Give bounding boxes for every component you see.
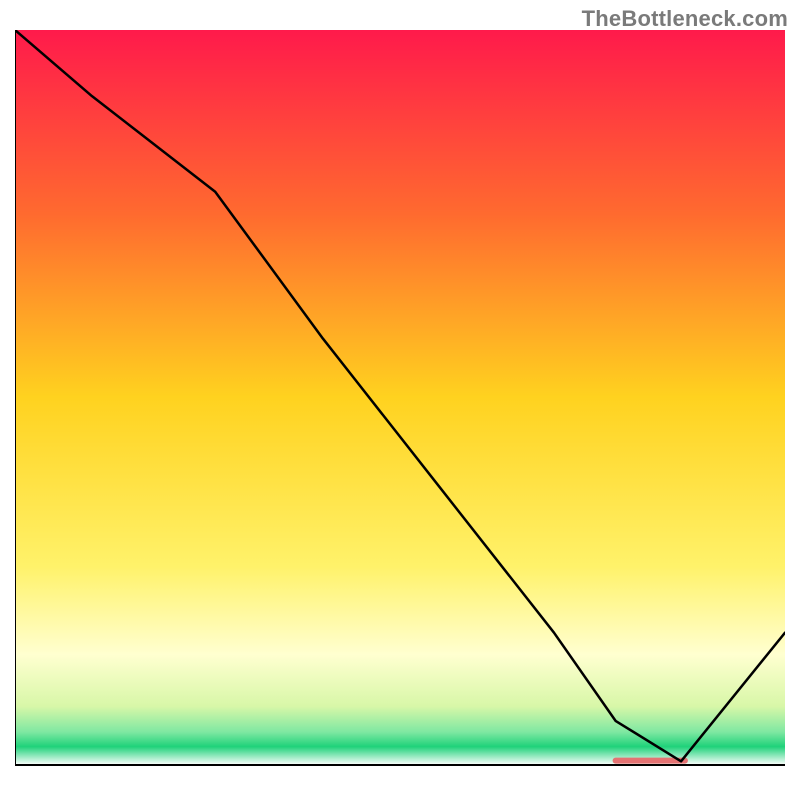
chart-svg <box>15 30 785 785</box>
watermark-text: TheBottleneck.com <box>582 6 788 32</box>
chart-plot-area <box>15 30 785 785</box>
chart-container: TheBottleneck.com <box>0 0 800 800</box>
chart-background <box>15 30 785 765</box>
